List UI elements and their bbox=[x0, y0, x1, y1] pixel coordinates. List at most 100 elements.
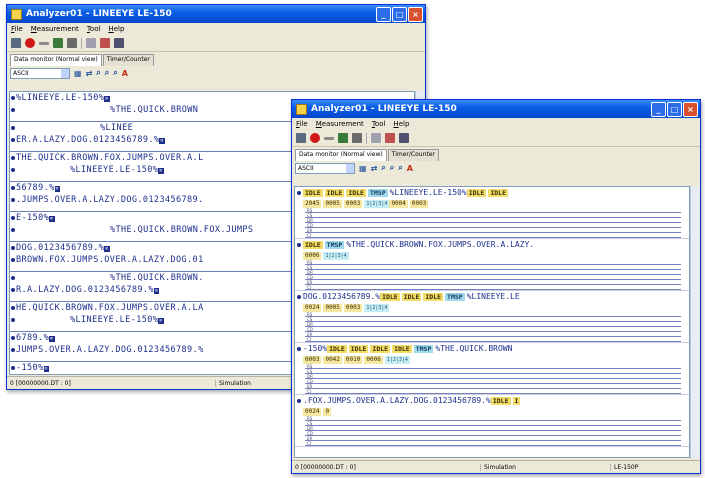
search-icon[interactable]: ⌕ bbox=[96, 68, 100, 78]
timestamp-value: 1|2|3|4 bbox=[323, 252, 349, 260]
config-icon[interactable] bbox=[338, 133, 348, 143]
data-line-text: HE.QUICK.BROWN.FOX.JUMPS.OVER.A.LA bbox=[16, 303, 204, 313]
signal-label: CI bbox=[307, 441, 311, 446]
font-icon[interactable]: A bbox=[122, 69, 128, 78]
close-button[interactable]: × bbox=[683, 102, 698, 117]
control-code-mark: ⌧ bbox=[158, 168, 164, 174]
tab-timer-counter[interactable]: Timer/Counter bbox=[102, 54, 154, 66]
idle-marker: IDLE bbox=[423, 293, 444, 301]
search-next-icon[interactable]: ⌕ bbox=[398, 163, 402, 173]
signal-trace: CI bbox=[305, 337, 681, 342]
frame-numbers: 0024 0005 0003 1|2|3|4 bbox=[295, 303, 689, 312]
search-icon[interactable]: ⌕ bbox=[381, 163, 385, 173]
title-bar[interactable]: Analyzer01 - LINEEYE LE-150 _ □ × bbox=[292, 100, 700, 118]
encoding-select[interactable]: ASCII bbox=[10, 67, 70, 79]
title-bar[interactable]: Analyzer01 - LINEEYE LE-150 _ □ × bbox=[7, 5, 425, 23]
frame-text: -150% bbox=[303, 344, 328, 353]
idle-marker: IDLE bbox=[490, 397, 511, 405]
data-monitor-pane[interactable]: IDLE IDLE IDLE TMSP %LINEEYE.LE-150% IDLE IDLE… bbox=[294, 186, 690, 458]
config-icon[interactable] bbox=[53, 38, 63, 48]
idle-marker: IDLE bbox=[327, 345, 347, 353]
control-code-mark: ⌧ bbox=[43, 366, 50, 372]
copy-icon[interactable] bbox=[114, 38, 124, 48]
signal-label: CI bbox=[307, 233, 311, 238]
menu-help[interactable]: Help bbox=[393, 120, 409, 128]
control-code-mark: ⌧ bbox=[54, 186, 61, 192]
close-button[interactable]: × bbox=[408, 7, 423, 22]
menu-measurement[interactable]: Measurement bbox=[31, 25, 79, 33]
split-icon[interactable]: ⇄ bbox=[371, 164, 378, 173]
data-line-text: %LINEEYE.LE-150% bbox=[70, 315, 159, 325]
tab-timer-counter[interactable]: Timer/Counter bbox=[387, 149, 439, 161]
menu-tool[interactable]: Tool bbox=[87, 25, 101, 33]
vertical-scrollbar[interactable] bbox=[690, 186, 699, 458]
menu-file[interactable]: File bbox=[11, 25, 23, 33]
menu-file[interactable]: File bbox=[296, 120, 308, 128]
timestamp-marker: TMSP bbox=[324, 241, 345, 249]
copy-icon[interactable] bbox=[399, 133, 409, 143]
idle-count: 0010 bbox=[343, 356, 363, 364]
frame-row: DOG.0123456789.% IDLE IDLE IDLE TMSP %LINEEYE… bbox=[295, 291, 689, 303]
search-prev-icon[interactable]: ⌕ bbox=[390, 163, 394, 173]
signal-label: CI bbox=[307, 337, 311, 342]
split-icon[interactable]: ⇄ bbox=[86, 69, 93, 78]
menu-help[interactable]: Help bbox=[108, 25, 124, 33]
status-bar: 0 [00000000.DT : 0] Simulation LE-150P bbox=[292, 460, 700, 473]
idle-marker: IDLE bbox=[324, 189, 345, 197]
minimize-button[interactable]: _ bbox=[376, 7, 391, 22]
menu-tool[interactable]: Tool bbox=[372, 120, 386, 128]
idle-marker: IDLE bbox=[466, 189, 487, 197]
options-bar: ASCII ▦ ⇄ ⌕ ⌕ ⌕ A bbox=[292, 161, 700, 175]
view-icon[interactable] bbox=[86, 38, 96, 48]
grid-icon[interactable]: ▦ bbox=[359, 164, 367, 173]
menu-bar: File Measurement Tool Help bbox=[292, 118, 700, 130]
trigger-icon[interactable] bbox=[67, 38, 77, 48]
stop-icon[interactable] bbox=[39, 41, 49, 45]
data-line-text: BROWN.FOX.JUMPS.OVER.A.LAZY.DOG.01 bbox=[16, 255, 204, 265]
signal-trace: CI bbox=[305, 389, 681, 394]
frame-block: .FOX.JUMPS.OVER.A.LAZY.DOG.0123456789.% I… bbox=[295, 395, 689, 447]
record-icon[interactable] bbox=[25, 38, 35, 48]
idle-marker: IDLE bbox=[370, 345, 391, 353]
search-prev-icon[interactable]: ⌕ bbox=[105, 68, 109, 78]
status-position: 0 [00000000.DT : 0] bbox=[10, 379, 71, 387]
maximize-button[interactable]: □ bbox=[392, 7, 407, 22]
grid-icon[interactable]: ▦ bbox=[74, 69, 82, 78]
timestamp-value: 1|2|3|4 bbox=[384, 356, 410, 364]
print-icon[interactable] bbox=[100, 38, 110, 48]
control-code-mark: ⌧ bbox=[49, 336, 55, 342]
control-code-mark: ⌧ bbox=[159, 138, 165, 144]
idle-count: 0003 bbox=[343, 304, 363, 312]
minimize-button[interactable]: _ bbox=[651, 102, 666, 117]
open-icon[interactable] bbox=[296, 133, 306, 143]
idle-marker: I bbox=[512, 397, 521, 405]
idle-count: 0003 bbox=[409, 200, 429, 208]
signal-label: CI bbox=[307, 389, 311, 394]
data-line-text: R.A.LAZY.DOG.0123456789.% bbox=[16, 285, 154, 295]
data-line-text: %THE.QUICK.BROWN bbox=[110, 105, 199, 115]
frame-row: .FOX.JUMPS.OVER.A.LAZY.DOG.0123456789.% I… bbox=[295, 395, 689, 407]
signal-trace: CI bbox=[305, 233, 681, 238]
tab-data-monitor[interactable]: Data monitor (Normal view) bbox=[295, 149, 387, 161]
control-code-mark: ⌧ bbox=[104, 96, 110, 102]
encoding-select[interactable]: ASCII bbox=[295, 162, 355, 174]
stop-icon[interactable] bbox=[324, 136, 334, 140]
search-next-icon[interactable]: ⌕ bbox=[113, 68, 117, 78]
tab-data-monitor[interactable]: Data monitor (Normal view) bbox=[10, 54, 102, 66]
timestamp-marker: TMSP bbox=[445, 293, 465, 301]
trigger-icon[interactable] bbox=[352, 133, 362, 143]
frame-row: IDLE IDLE IDLE TMSP %LINEEYE.LE-150% IDLE IDLE bbox=[295, 187, 689, 199]
menu-measurement[interactable]: Measurement bbox=[316, 120, 364, 128]
control-code-mark: ⌧ bbox=[158, 318, 164, 324]
open-icon[interactable] bbox=[11, 38, 21, 48]
print-icon[interactable] bbox=[385, 133, 395, 143]
font-icon[interactable]: A bbox=[407, 164, 413, 173]
idle-count: 0004 bbox=[389, 200, 408, 208]
maximize-button[interactable]: □ bbox=[667, 102, 682, 117]
analyzer-window-front: Analyzer01 - LINEEYE LE-150 _ □ × File M… bbox=[291, 99, 701, 474]
view-icon[interactable] bbox=[371, 133, 381, 143]
toolbar bbox=[292, 130, 700, 147]
frame-numbers: 0006 1|2|3|4 bbox=[295, 251, 689, 260]
idle-count: 0003 bbox=[343, 200, 363, 208]
record-icon[interactable] bbox=[310, 133, 320, 143]
